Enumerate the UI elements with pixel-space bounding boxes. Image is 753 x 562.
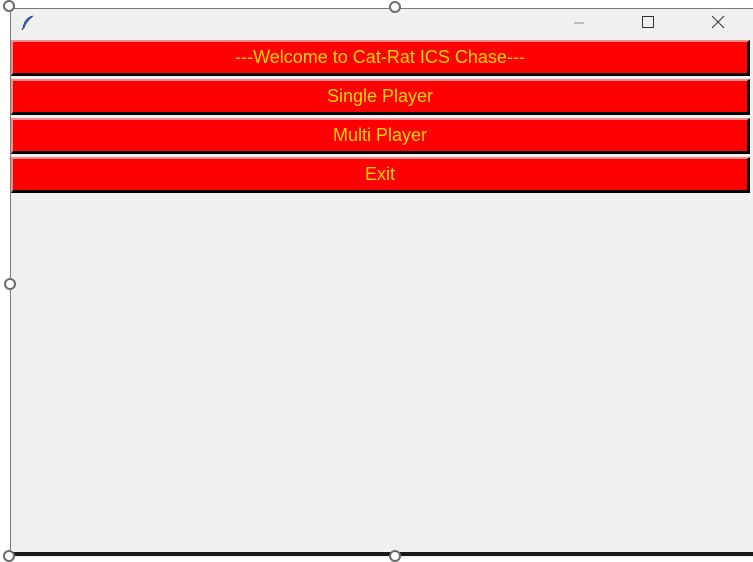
close-button[interactable]	[695, 9, 741, 40]
resize-handle-middle-left[interactable]	[4, 278, 16, 290]
resize-handle-top-left[interactable]	[3, 0, 15, 12]
empty-content-area	[11, 196, 753, 557]
window-bottom-border	[11, 552, 753, 556]
single-player-button[interactable]: Single Player	[11, 79, 750, 115]
welcome-title-button[interactable]: ---Welcome to Cat-Rat ICS Chase---	[11, 40, 750, 76]
multi-player-button[interactable]: Multi Player	[11, 118, 750, 154]
app-window: ---Welcome to Cat-Rat ICS Chase--- Singl…	[10, 8, 753, 557]
maximize-button[interactable]	[625, 9, 671, 40]
title-bar[interactable]	[11, 9, 753, 40]
exit-button[interactable]: Exit	[11, 157, 750, 193]
maximize-icon	[641, 15, 655, 34]
resize-handle-bottom-middle[interactable]	[389, 550, 401, 562]
minimize-icon	[573, 16, 585, 34]
close-icon	[711, 15, 725, 34]
resize-handle-bottom-left[interactable]	[3, 550, 15, 562]
resize-handle-top-middle[interactable]	[389, 1, 401, 13]
feather-icon	[20, 15, 36, 31]
minimize-button[interactable]	[556, 9, 602, 40]
